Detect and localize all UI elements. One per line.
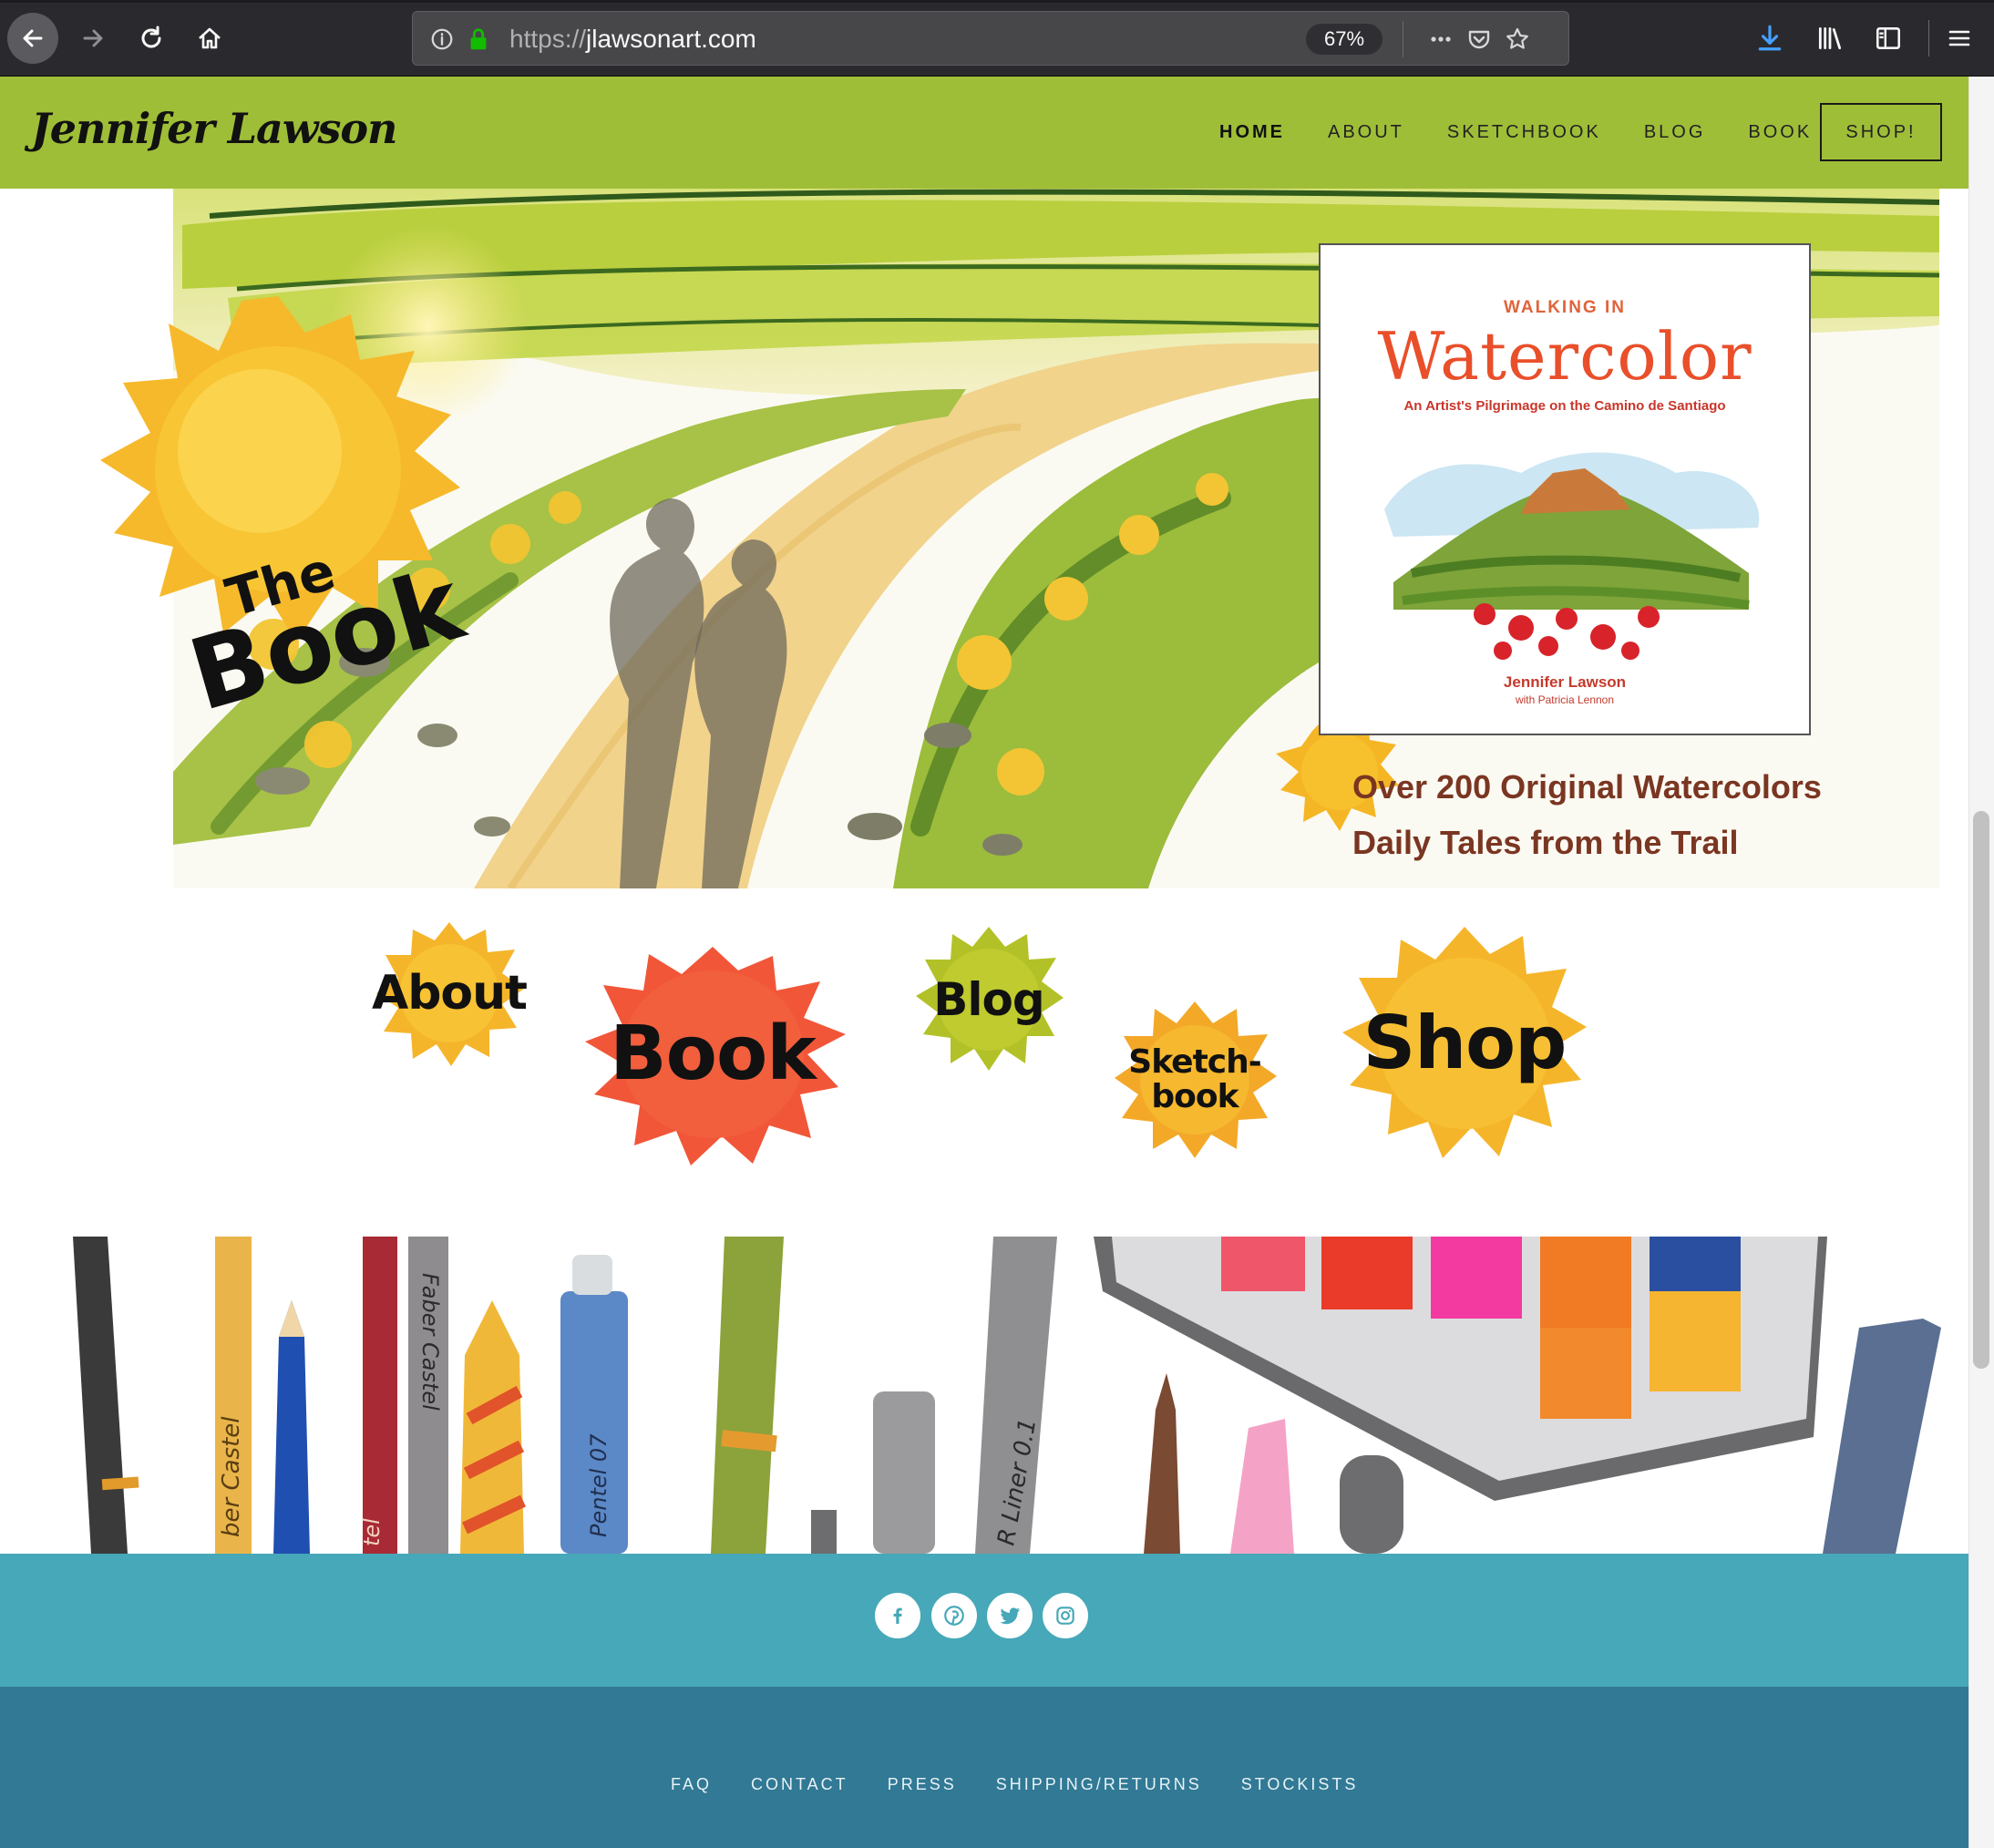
pencil-a-label: ber Castel — [218, 1416, 245, 1537]
info-icon[interactable] — [426, 23, 458, 56]
home-button[interactable] — [190, 18, 230, 58]
splash-book-link[interactable]: Book — [576, 940, 849, 1168]
library-button[interactable] — [1810, 18, 1850, 58]
cover-kicker: WALKING IN — [1504, 298, 1626, 317]
forward-button[interactable] — [73, 18, 113, 58]
site-logo[interactable]: Jennifer Lawson — [31, 104, 397, 153]
sidebar-icon — [1876, 27, 1901, 49]
footer-link-faq[interactable]: FAQ — [671, 1775, 712, 1794]
tab-strip-edge — [0, 0, 1994, 3]
splash-sketchbook-link[interactable]: Sketch-book — [1110, 995, 1280, 1165]
pencil-c-label: Pentel 07 — [586, 1433, 612, 1537]
feature-line-1: Over 200 Original Watercolors — [1352, 768, 1822, 806]
nav-book[interactable]: BOOK — [1748, 122, 1812, 143]
pencil-b-label: Faber Castel — [417, 1273, 443, 1411]
book-cover[interactable]: WALKING IN Watercolor An Artist's Pilgri… — [1319, 243, 1811, 735]
address-bar[interactable]: https://jlawsonart.com 67% — [412, 11, 1569, 66]
back-button[interactable] — [7, 13, 58, 64]
sketch-line-1: Sketch- — [1128, 1043, 1261, 1082]
cover-coauthor: with Patricia Lennon — [1515, 693, 1615, 706]
star-icon[interactable] — [1501, 23, 1534, 56]
cover-author: Jennifer Lawson — [1503, 673, 1627, 691]
pinterest-icon — [944, 1606, 964, 1626]
library-icon — [1818, 26, 1842, 50]
url-text[interactable]: https://jlawsonart.com — [509, 25, 756, 54]
forward-icon — [83, 29, 103, 47]
menu-button[interactable] — [1939, 18, 1979, 58]
instagram-icon — [1056, 1607, 1074, 1625]
menu-icon — [1948, 30, 1970, 46]
instagram-link[interactable] — [1043, 1593, 1088, 1638]
pocket-icon[interactable] — [1463, 23, 1496, 56]
footer-nav: FAQ CONTACT PRESS SHIPPING/RETURNS STOCK… — [671, 1775, 1358, 1794]
main-nav: HOME ABOUT SKETCHBOOK BLOG BOOK — [1219, 122, 1812, 143]
reload-button[interactable] — [131, 18, 171, 58]
scrollbar-thumb[interactable] — [1973, 811, 1989, 1369]
back-icon — [23, 29, 43, 47]
shop-button[interactable]: SHOP! — [1820, 103, 1942, 161]
splash-book-label: Book — [610, 1010, 817, 1097]
url-scheme: https:// — [509, 25, 587, 53]
nav-sketchbook[interactable]: SKETCHBOOK — [1447, 122, 1601, 143]
feature-line-2: Daily Tales from the Trail — [1352, 824, 1739, 861]
facebook-link[interactable] — [875, 1593, 920, 1638]
url-host: jlawsonart.com — [586, 25, 756, 53]
more-icon[interactable] — [1424, 23, 1457, 56]
splash-shop-label: Shop — [1362, 1001, 1567, 1085]
cover-subtitle: An Artist's Pilgrimage on the Camino de … — [1403, 398, 1726, 414]
cover-painting — [1384, 452, 1760, 660]
splash-sketchbook-label: Sketch-book — [1128, 1043, 1261, 1115]
footer-link-shipping[interactable]: SHIPPING/RETURNS — [996, 1775, 1202, 1794]
social-bar — [0, 1554, 1968, 1687]
splash-blog-link[interactable]: Blog — [911, 922, 1066, 1077]
hero-banner[interactable]: The Book WALKING IN Watercolor An Artist… — [0, 189, 1968, 888]
splash-about-label: About — [371, 965, 528, 1021]
cover-title: Watercolor — [1377, 318, 1752, 395]
twitter-icon — [1000, 1607, 1020, 1625]
browser-toolbar: https://jlawsonart.com 67% — [0, 0, 1994, 77]
sidebar-button[interactable] — [1868, 18, 1908, 58]
lock-icon[interactable] — [462, 23, 495, 56]
reload-icon — [141, 26, 161, 48]
splash-blog-label: Blog — [933, 972, 1044, 1026]
footer-link-press[interactable]: PRESS — [888, 1775, 957, 1794]
zoom-indicator[interactable]: 67% — [1306, 24, 1382, 55]
splash-shop-link[interactable]: Shop — [1341, 920, 1588, 1166]
nav-about[interactable]: ABOUT — [1328, 122, 1404, 143]
footer-link-contact[interactable]: CONTACT — [751, 1775, 848, 1794]
splash-about-link[interactable]: About — [371, 916, 528, 1071]
nav-home[interactable]: HOME — [1219, 122, 1285, 143]
nav-blog[interactable]: BLOG — [1644, 122, 1706, 143]
toolbar-divider — [1928, 20, 1929, 56]
sketch-line-2: book — [1151, 1078, 1239, 1115]
download-icon — [1758, 25, 1782, 51]
footer-link-stockists[interactable]: STOCKISTS — [1241, 1775, 1359, 1794]
download-button[interactable] — [1750, 18, 1790, 58]
twitter-link[interactable] — [987, 1593, 1033, 1638]
facebook-icon — [893, 1607, 902, 1624]
site-footer: FAQ CONTACT PRESS SHIPPING/RETURNS STOCK… — [0, 1687, 1968, 1848]
pencil-d-label: tel — [359, 1518, 385, 1546]
home-icon — [199, 27, 221, 49]
pinterest-link[interactable] — [931, 1593, 977, 1638]
art-supplies-illustration: ber Castel tel Faber Castel Pentel 07 R … — [0, 1237, 1968, 1554]
site-header: Jennifer Lawson HOME ABOUT SKETCHBOOK BL… — [0, 77, 1968, 189]
